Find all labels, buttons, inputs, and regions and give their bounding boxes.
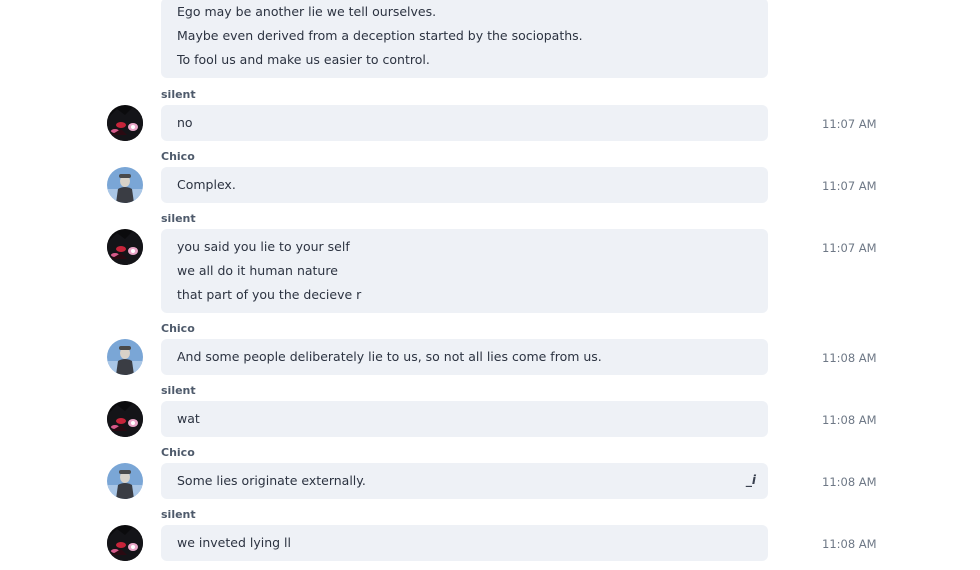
person-avatar-icon [107,167,143,203]
message-bubble[interactable]: And some people deliberately lie to us, … [161,339,768,375]
message-bubble[interactable]: no [161,105,768,141]
message-time: 11:07 AM [822,117,877,131]
sender-name[interactable]: silent [161,508,196,522]
message-bubble[interactable]: we inveted lying ll [161,525,768,561]
message-time: 11:07 AM [822,241,877,255]
sender-name[interactable]: Chico [161,150,195,164]
message-line: Maybe even derived from a deception star… [177,28,583,43]
sender-name[interactable]: Chico [161,322,195,336]
anime-avatar-icon [107,105,143,141]
anime-avatar-icon [107,401,143,437]
message-bubble[interactable]: you said you lie to your self we all do … [161,229,768,313]
avatar-silent[interactable] [107,525,143,561]
message-line: wat [177,411,200,426]
anime-avatar-icon [107,525,143,561]
message-line: we all do it human nature [177,263,338,278]
avatar-silent[interactable] [107,401,143,437]
avatar-silent[interactable] [107,229,143,265]
avatar-chico[interactable] [107,463,143,499]
sender-name[interactable]: silent [161,212,196,226]
anime-avatar-icon [107,229,143,265]
person-avatar-icon [107,339,143,375]
avatar-silent[interactable] [107,105,143,141]
message-line: To fool us and make us easier to control… [177,52,430,67]
message-bubble[interactable]: Some lies originate externally. _i [161,463,768,499]
message-line: you said you lie to your self [177,239,350,254]
message-line: Complex. [177,177,236,192]
sender-name[interactable]: silent [161,88,196,102]
avatar-chico[interactable] [107,339,143,375]
sender-name[interactable]: Chico [161,446,195,460]
message-line: we inveted lying ll [177,535,291,550]
message-time: 11:08 AM [822,413,877,427]
chat-log: Ego may be another lie we tell ourselves… [0,0,980,570]
message-time: 11:08 AM [822,351,877,365]
message-bubble[interactable]: wat [161,401,768,437]
person-avatar-icon [107,463,143,499]
avatar-chico[interactable] [107,167,143,203]
message-time: 11:08 AM [822,537,877,551]
message-bubble[interactable]: Ego may be another lie we tell ourselves… [161,0,768,78]
message-time: 11:08 AM [822,475,877,489]
sender-name[interactable]: silent [161,384,196,398]
message-time: 11:07 AM [822,179,877,193]
message-bubble[interactable]: Complex. [161,167,768,203]
message-line: Ego may be another lie we tell ourselves… [177,4,437,19]
message-line: Some lies originate externally. [177,473,366,488]
message-line: And some people deliberately lie to us, … [177,349,602,364]
edit-cursor-icon[interactable]: _i [746,473,756,487]
message-line: that part of you the decieve r [177,287,362,302]
message-line: no [177,115,193,130]
